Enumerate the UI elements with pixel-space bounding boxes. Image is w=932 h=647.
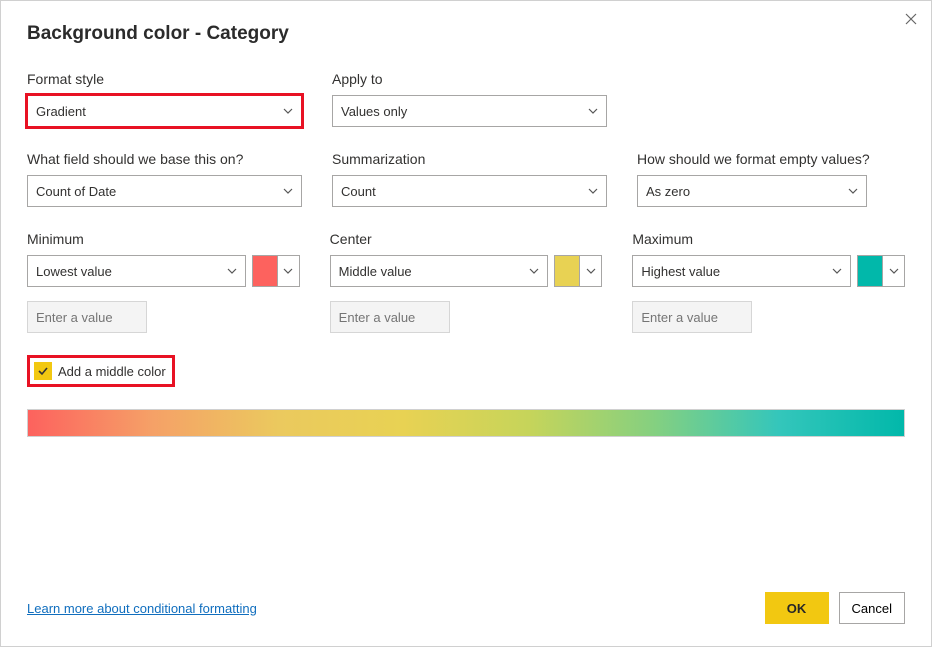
center-color-swatch[interactable]: [554, 255, 580, 287]
base-field-dropdown[interactable]: Count of Date: [27, 175, 302, 207]
center-label: Center: [330, 231, 603, 247]
add-middle-color-row: Add a middle color: [27, 355, 175, 387]
cancel-button[interactable]: Cancel: [839, 592, 905, 624]
empty-format-dropdown[interactable]: As zero: [637, 175, 867, 207]
add-middle-color-label: Add a middle color: [58, 364, 166, 379]
center-input[interactable]: [330, 301, 450, 333]
base-field-value: Count of Date: [36, 184, 116, 199]
dialog-title: Background color - Category: [27, 23, 905, 45]
chevron-down-icon: [588, 186, 598, 196]
format-style-label: Format style: [27, 71, 302, 87]
maximum-label: Maximum: [632, 231, 905, 247]
base-field-label: What field should we base this on?: [27, 151, 302, 167]
minimum-input[interactable]: [27, 301, 147, 333]
maximum-dropdown[interactable]: Highest value: [632, 255, 851, 287]
maximum-input[interactable]: [632, 301, 752, 333]
chevron-down-icon: [832, 266, 842, 276]
ok-button[interactable]: OK: [765, 592, 829, 624]
minimum-color-swatch[interactable]: [252, 255, 278, 287]
summarization-label: Summarization: [332, 151, 607, 167]
center-value: Middle value: [339, 264, 412, 279]
center-color-chevron[interactable]: [580, 255, 602, 287]
format-style-dropdown[interactable]: Gradient: [27, 95, 302, 127]
apply-to-dropdown[interactable]: Values only: [332, 95, 607, 127]
gradient-preview: [27, 409, 905, 437]
minimum-color-chevron[interactable]: [278, 255, 300, 287]
learn-more-link[interactable]: Learn more about conditional formatting: [27, 601, 257, 616]
empty-format-value: As zero: [646, 184, 690, 199]
minimum-value: Lowest value: [36, 264, 112, 279]
minimum-dropdown[interactable]: Lowest value: [27, 255, 246, 287]
apply-to-label: Apply to: [332, 71, 607, 87]
empty-format-label: How should we format empty values?: [637, 151, 897, 167]
close-icon[interactable]: [901, 9, 921, 29]
maximum-color-chevron[interactable]: [883, 255, 905, 287]
center-dropdown[interactable]: Middle value: [330, 255, 549, 287]
chevron-down-icon: [227, 266, 237, 276]
chevron-down-icon: [848, 186, 858, 196]
chevron-down-icon: [529, 266, 539, 276]
chevron-down-icon: [283, 186, 293, 196]
chevron-down-icon: [588, 106, 598, 116]
maximum-value: Highest value: [641, 264, 720, 279]
minimum-label: Minimum: [27, 231, 300, 247]
chevron-down-icon: [283, 106, 293, 116]
maximum-color-swatch[interactable]: [857, 255, 883, 287]
add-middle-color-checkbox[interactable]: [34, 362, 52, 380]
summarization-dropdown[interactable]: Count: [332, 175, 607, 207]
summarization-value: Count: [341, 184, 376, 199]
format-style-value: Gradient: [36, 104, 86, 119]
apply-to-value: Values only: [341, 104, 407, 119]
